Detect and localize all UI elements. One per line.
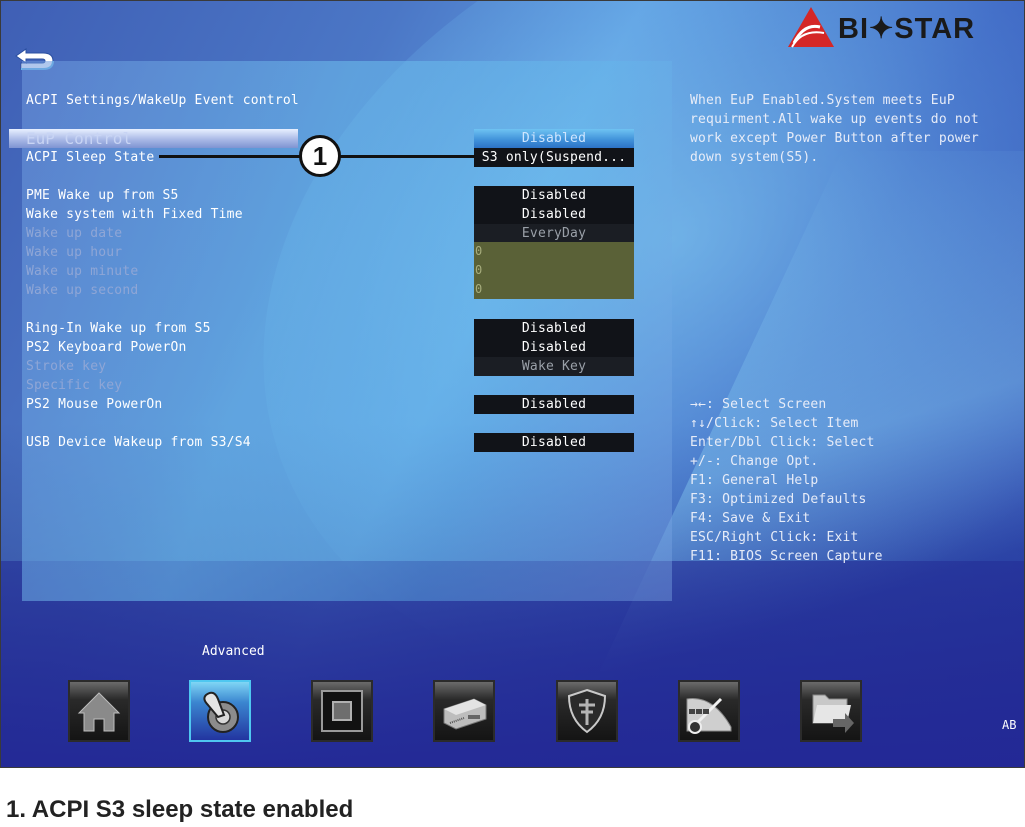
wake-time-fields: 0 0 0 xyxy=(474,242,634,299)
key-help-f11: F11: BIOS Screen Capture xyxy=(690,549,883,564)
key-help-change-opt: +/-: Change Opt. xyxy=(690,454,819,469)
setting-label-wake-hour: Wake up hour xyxy=(26,245,123,260)
setting-label-wake-minute: Wake up minute xyxy=(26,264,139,279)
callout-line-right xyxy=(339,155,475,158)
home-icon xyxy=(77,692,121,732)
nav-one-button[interactable] xyxy=(678,680,740,742)
nav-save-exit-button[interactable] xyxy=(800,680,862,742)
toggle-switch-icon xyxy=(203,691,239,733)
setting-label-wake-fixed-time[interactable]: Wake system with Fixed Time xyxy=(26,205,243,224)
setting-label-wake-second: Wake up second xyxy=(26,283,139,298)
help-text-line: requirment.All wake up events do not xyxy=(690,112,979,127)
value-wake-hour: 0 xyxy=(475,244,483,258)
value-wake-second: 0 xyxy=(475,282,483,296)
setting-label-acpi-sleep-state[interactable]: ACPI Sleep State xyxy=(26,148,154,167)
nav-boot-button[interactable] xyxy=(433,680,495,742)
figure-caption: 1. ACPI S3 sleep state enabled xyxy=(6,796,354,823)
value-pme-wake[interactable]: Disabled xyxy=(474,186,634,205)
value-ring-in-wake[interactable]: Disabled xyxy=(474,319,634,338)
value-ps2-mouse[interactable]: Disabled xyxy=(474,395,634,414)
value-wake-minute: 0 xyxy=(475,263,483,277)
setting-label-wake-date: Wake up date xyxy=(26,226,123,241)
setting-label-pme-wake[interactable]: PME Wake up from S5 xyxy=(26,186,179,205)
nav-active-label: Advanced xyxy=(202,644,265,659)
value-stroke-key: Wake Key xyxy=(474,357,634,376)
key-help-select-item: ↑↓/Click: Select Item xyxy=(690,416,859,431)
setting-label-usb-wakeup[interactable]: USB Device Wakeup from S3/S4 xyxy=(26,433,251,452)
key-help-select-screen: →←: Select Screen xyxy=(690,397,827,412)
nav-chipset-button[interactable] xyxy=(311,680,373,742)
callout-line-left xyxy=(159,155,301,158)
key-help-esc: ESC/Right Click: Exit xyxy=(690,530,859,545)
key-help-f1: F1: General Help xyxy=(690,473,819,488)
speedometer-icon xyxy=(686,697,732,734)
biostar-triangle-icon xyxy=(788,7,834,48)
value-ps2-keyboard[interactable]: Disabled xyxy=(474,338,634,357)
nav-security-button[interactable] xyxy=(556,680,618,742)
brand-name: BI✦STAR xyxy=(838,13,976,45)
setting-label-ring-in-wake[interactable]: Ring-In Wake up from S5 xyxy=(26,319,211,338)
language-indicator[interactable]: AB xyxy=(1002,718,1016,732)
folder-exit-icon xyxy=(812,694,854,733)
chip-icon xyxy=(321,690,363,732)
setting-label-stroke-key: Stroke key xyxy=(26,359,107,374)
key-help-enter: Enter/Dbl Click: Select xyxy=(690,435,875,450)
key-help-f4: F4: Save & Exit xyxy=(690,511,811,526)
nav-advanced-button[interactable] xyxy=(189,680,251,742)
setting-label-ps2-keyboard[interactable]: PS2 Keyboard PowerOn xyxy=(26,338,187,357)
value-acpi-sleep-state[interactable]: S3 only(Suspend... xyxy=(474,148,634,167)
value-wake-date: EveryDay xyxy=(474,224,634,243)
callout-marker: 1 xyxy=(299,135,341,177)
value-eup-control[interactable]: Disabled xyxy=(474,129,634,148)
help-text-line: When EuP Enabled.System meets EuP xyxy=(690,93,955,108)
setting-row-eup-control[interactable]: EuP Control xyxy=(9,129,298,148)
biostar-logo: BI✦STAR xyxy=(786,5,1016,51)
value-wake-fixed-time[interactable]: Disabled xyxy=(474,205,634,224)
setting-label-specific-key: Specific key xyxy=(26,378,123,393)
value-usb-wakeup[interactable]: Disabled xyxy=(474,433,634,452)
help-text-line: work except Power Button after power xyxy=(690,131,979,146)
setting-label-ps2-mouse[interactable]: PS2 Mouse PowerOn xyxy=(26,395,162,414)
shield-icon xyxy=(567,688,607,734)
nav-main-button[interactable] xyxy=(68,680,130,742)
key-help-f3: F3: Optimized Defaults xyxy=(690,492,867,507)
drive-icon xyxy=(443,698,487,730)
bios-screen: BI✦STAR ACPI Settings/WakeUp Event contr… xyxy=(0,0,1025,768)
setting-label: EuP Control xyxy=(26,129,132,148)
page-title: ACPI Settings/WakeUp Event control xyxy=(26,93,299,108)
help-text-line: down system(S5). xyxy=(690,150,819,165)
